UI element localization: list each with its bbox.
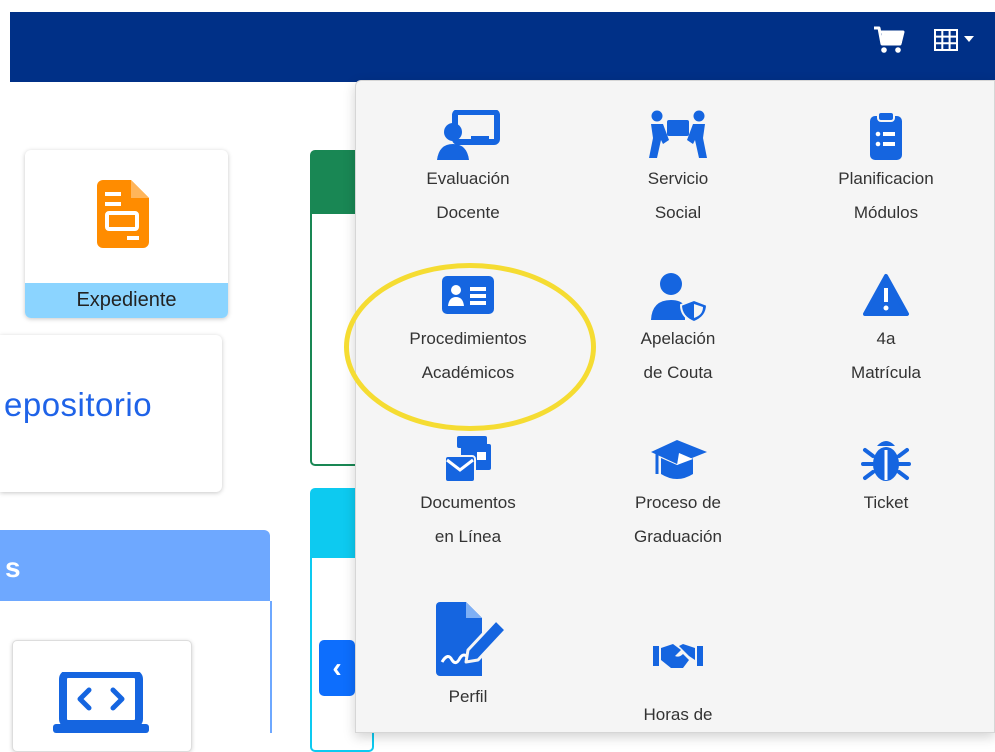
envelope-documents-icon [444,436,491,483]
menu-item-label: de Couta [643,363,713,382]
apps-grid-icon[interactable] [934,29,958,51]
menu-item-label: Módulos [853,203,919,222]
caret-down-icon[interactable] [964,36,974,44]
menu-item-planificacion-modulos[interactable]: Planificacion Módulos [786,110,986,230]
cart-icon[interactable] [873,26,905,54]
carousel-prev-button[interactable]: ‹ [319,640,355,696]
menu-item-servicio-social[interactable]: Servicio Social [578,110,778,230]
menu-item-label: Apelación [640,329,716,348]
menu-item-label: Social [654,203,702,222]
menu-item-label: Académicos [421,363,515,382]
menu-item-label: Graduación [634,527,722,546]
repositorio-card[interactable]: epositorio [0,335,222,492]
warning-triangle-icon [863,274,909,316]
menu-item-label: Planificacion [838,169,934,188]
menu-item-label: Perfil [448,687,488,706]
expediente-card[interactable]: Expediente [25,150,228,318]
menu-item-evaluacion-docente[interactable]: Evaluación Docente [368,110,568,230]
menu-item-label: 4a [876,329,896,348]
menu-item-apelacion-couta[interactable]: Apelación de Couta [578,270,778,390]
signature-icon [436,602,508,676]
graduation-cap-icon [651,440,707,479]
document-icon [97,180,149,248]
menu-item-label: Ticket [863,493,909,512]
repositorio-label: epositorio [4,386,153,423]
menu-item-label: Procedimientos [409,329,527,348]
handshake-icon [653,644,703,668]
top-edge [0,0,995,12]
people-carry-icon [649,110,707,158]
menu-item-label: en Línea [434,527,502,546]
menu-item-label: Proceso de [635,493,721,512]
bug-icon [861,441,911,481]
menu-item-label: Evaluación [426,169,510,188]
menu-item-horas-de[interactable]: Horas de [578,636,778,732]
menu-item-documentos-en-linea[interactable]: Documentos en Línea [368,434,568,554]
menu-item-proceso-de-graduacion[interactable]: Proceso de Graduación [578,434,778,554]
menu-item-label: Docente [436,203,500,222]
expediente-label: Expediente [25,283,228,318]
menu-item-perfil[interactable]: Perfil [368,600,568,714]
teacher-board-icon [437,110,500,160]
top-navbar [10,12,995,82]
id-card-icon [442,276,494,314]
section-header: s [0,530,270,602]
section-header-label: s [5,552,21,583]
laptop-code-icon [53,672,149,733]
menu-item-label: Documentos [420,493,516,512]
menu-item-label: Matrícula [851,363,921,382]
menu-item-ticket[interactable]: Ticket [786,434,986,520]
clipboard-list-icon [870,111,902,160]
menu-item-procedimientos-academicos[interactable]: Procedimientos Académicos [368,270,568,390]
user-shield-icon [651,273,709,322]
menu-item-4a-matricula[interactable]: 4a Matrícula [786,270,986,390]
menu-item-label: Horas de [643,705,713,724]
menu-item-label: Servicio [647,169,709,188]
